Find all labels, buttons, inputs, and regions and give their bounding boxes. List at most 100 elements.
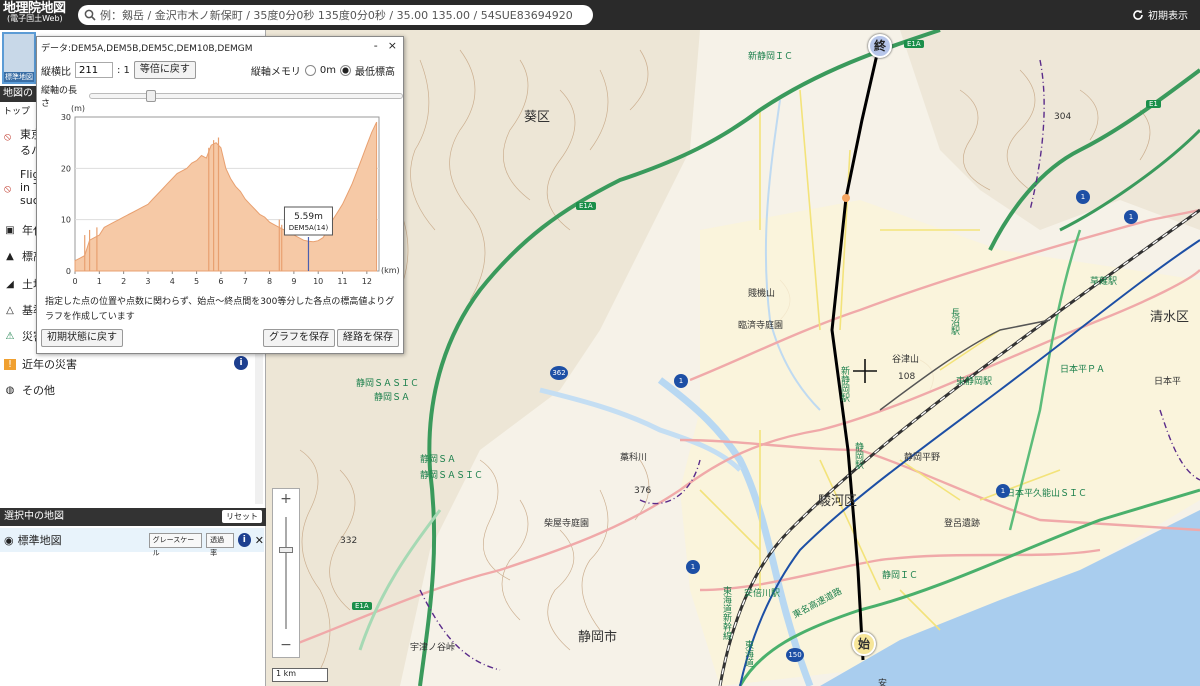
label-shimizu: 清水区	[1150, 310, 1190, 325]
zoom-in-button[interactable]: +	[273, 491, 299, 507]
selected-reset-button[interactable]: リセット	[222, 510, 262, 523]
route-150: 150	[786, 648, 804, 662]
x-tick-label-8: 8	[267, 277, 272, 286]
route-1-east-2: 1	[1124, 210, 1138, 224]
ratio-reset-button[interactable]: 等倍に戻す	[133, 61, 196, 79]
grayscale-button[interactable]: グレースケール	[148, 532, 203, 557]
y-tick-label-3: 30	[61, 113, 71, 122]
label-shinshizuoka-station: 新静岡駅	[839, 366, 849, 402]
menu-item-recent-disaster-label: 近年の災害	[22, 358, 77, 371]
profile-data-source: データ:DEM5A,DEM5B,DEM5C,DEM10B,DEMGM	[41, 44, 253, 54]
label-nihondaira-pa: 日本平ＰＡ	[1060, 365, 1106, 375]
reset-view-button[interactable]: 初期表示	[1132, 7, 1188, 22]
reset-view-label: 初期表示	[1148, 11, 1188, 22]
initial-state-button[interactable]: 初期状態に戻す	[41, 329, 123, 347]
info-icon[interactable]: i	[237, 533, 251, 547]
label-tokaido-shinkansen: 東海道新幹線	[721, 586, 731, 640]
no-entry-icon: ⦸	[4, 182, 12, 195]
x-tick-label-7: 7	[243, 277, 248, 286]
label-utsunoya: 宇津ノ谷峠	[410, 643, 456, 653]
label-shizuoka-heiya: 静岡平野	[904, 453, 941, 463]
basemap-thumbnail-label: 標準地図	[4, 72, 34, 82]
selected-map-row[interactable]: ◉ 標準地図 グレースケール 透過率 i ✕	[0, 528, 264, 557]
x-tick-label-10: 10	[313, 277, 323, 286]
zoom-track[interactable]	[285, 517, 287, 629]
opacity-button[interactable]: 透過率	[206, 532, 234, 557]
end-marker[interactable]: 終	[868, 34, 892, 58]
label-rinzaiji: 臨済寺庭園	[738, 321, 784, 331]
breadcrumb[interactable]: トップ	[0, 104, 30, 117]
close-icon[interactable]: ✕	[255, 534, 264, 547]
y-tick-label-2: 20	[61, 164, 71, 173]
route-362: 362	[550, 366, 568, 380]
triangle-icon: △	[6, 304, 14, 316]
profile-note: 指定した点の位置や点数に関わらず、始点～終点間を300等分した各点の標高値よりグ…	[45, 297, 395, 322]
label-shinshizuoka-ic: 新静岡ＩＣ	[748, 52, 794, 62]
zoom-slider-thumb[interactable]	[279, 547, 293, 553]
x-tick-label-4: 4	[170, 277, 175, 286]
land-icon: ◢	[6, 278, 14, 290]
start-marker[interactable]: 始	[852, 632, 876, 656]
route-1-south: 1	[686, 560, 700, 574]
search-icon[interactable]	[84, 9, 96, 21]
y-tick-label-1: 10	[61, 216, 71, 225]
y-tick-label-0: 0	[66, 267, 71, 276]
info-icon[interactable]: i	[234, 356, 248, 370]
refresh-icon	[1133, 9, 1143, 20]
shield-e1a-south: E1A	[352, 602, 372, 610]
route-vertex[interactable]	[842, 194, 850, 202]
tooltip-source: DEM5A(14)	[289, 224, 329, 232]
label-saishoji: 柴屋寺庭園	[544, 519, 590, 529]
memory-opt-min: 最低標高	[355, 67, 395, 78]
label-yatsuyama: 谷津山	[892, 355, 920, 365]
memory-radio-min[interactable]	[340, 65, 351, 76]
no-entry-icon: ⦸	[4, 130, 12, 143]
ratio-label: 縦横比	[41, 66, 71, 78]
x-tick-label-3: 3	[145, 277, 150, 286]
header-bar: 地理院地図 (電子国土Web) 初期表示	[0, 0, 1200, 30]
label-h376: 376	[634, 486, 652, 496]
x-axis-label: (km)	[381, 266, 400, 275]
search-input[interactable]	[100, 6, 593, 24]
close-button[interactable]: ×	[388, 39, 397, 52]
shield-e1: E1	[1146, 100, 1161, 108]
label-tokaido: 東海道	[743, 640, 753, 667]
menu-item-other[interactable]: ◍ その他	[0, 382, 262, 398]
selected-map-name: 標準地図	[17, 534, 62, 547]
x-tick-label-6: 6	[218, 277, 223, 286]
route-1-mid: 1	[674, 374, 688, 388]
app-root: 地理院地図 (電子国土Web) 初期表示	[0, 0, 1200, 686]
label-shizuoka-sasic: 静岡ＳＡＳＩＣ	[356, 379, 420, 389]
label-toro: 登呂遺跡	[944, 519, 981, 529]
minimize-button[interactable]: -	[374, 39, 378, 52]
label-shizuoka-station: 静岡駅	[853, 442, 863, 469]
label-suruga: 駿河区	[818, 494, 858, 509]
x-tick-label-1: 1	[97, 277, 102, 286]
label-naganuma-station: 長沼駅	[949, 308, 959, 335]
x-tick-label-12: 12	[362, 277, 372, 286]
label-higashishizuoka-station: 東静岡駅	[956, 377, 993, 387]
label-shizuoka-city: 静岡市	[578, 630, 618, 645]
menu-item-recent-disaster[interactable]: ! 近年の災害 i	[0, 356, 262, 372]
route-1-sic: 1	[996, 484, 1010, 498]
logo-title: 地理院地図	[3, 1, 66, 16]
ratio-suffix: : 1	[117, 64, 130, 76]
label-abekawa-station: 安倍川駅	[744, 589, 781, 599]
label-nihondaira-kunozan: 日本平久能山ＳＩＣ	[1006, 489, 1088, 499]
ratio-input[interactable]	[75, 62, 113, 78]
camera-icon: ▣	[5, 224, 15, 236]
save-route-button[interactable]: 経路を保存	[337, 329, 399, 347]
eye-icon[interactable]: ◉	[4, 534, 14, 547]
elevation-profile-panel: データ:DEM5A,DEM5B,DEM5C,DEM10B,DEMGM - × 縦…	[36, 36, 404, 354]
mountain-icon: ▲	[6, 250, 14, 262]
x-tick-label-0: 0	[72, 277, 77, 286]
label-aoi: 葵区	[524, 110, 551, 125]
zoom-out-button[interactable]: −	[273, 637, 299, 653]
site-logo[interactable]: 地理院地図 (電子国土Web)	[0, 0, 72, 30]
selected-maps-title: 選択中の地図	[4, 511, 64, 522]
save-graph-button[interactable]: グラフを保存	[263, 329, 335, 347]
memory-radio-zero[interactable]	[304, 65, 316, 76]
menu-item-other-label: その他	[22, 384, 55, 397]
label-ann: 安	[878, 679, 888, 686]
basemap-thumbnail[interactable]: 標準地図	[2, 32, 36, 84]
